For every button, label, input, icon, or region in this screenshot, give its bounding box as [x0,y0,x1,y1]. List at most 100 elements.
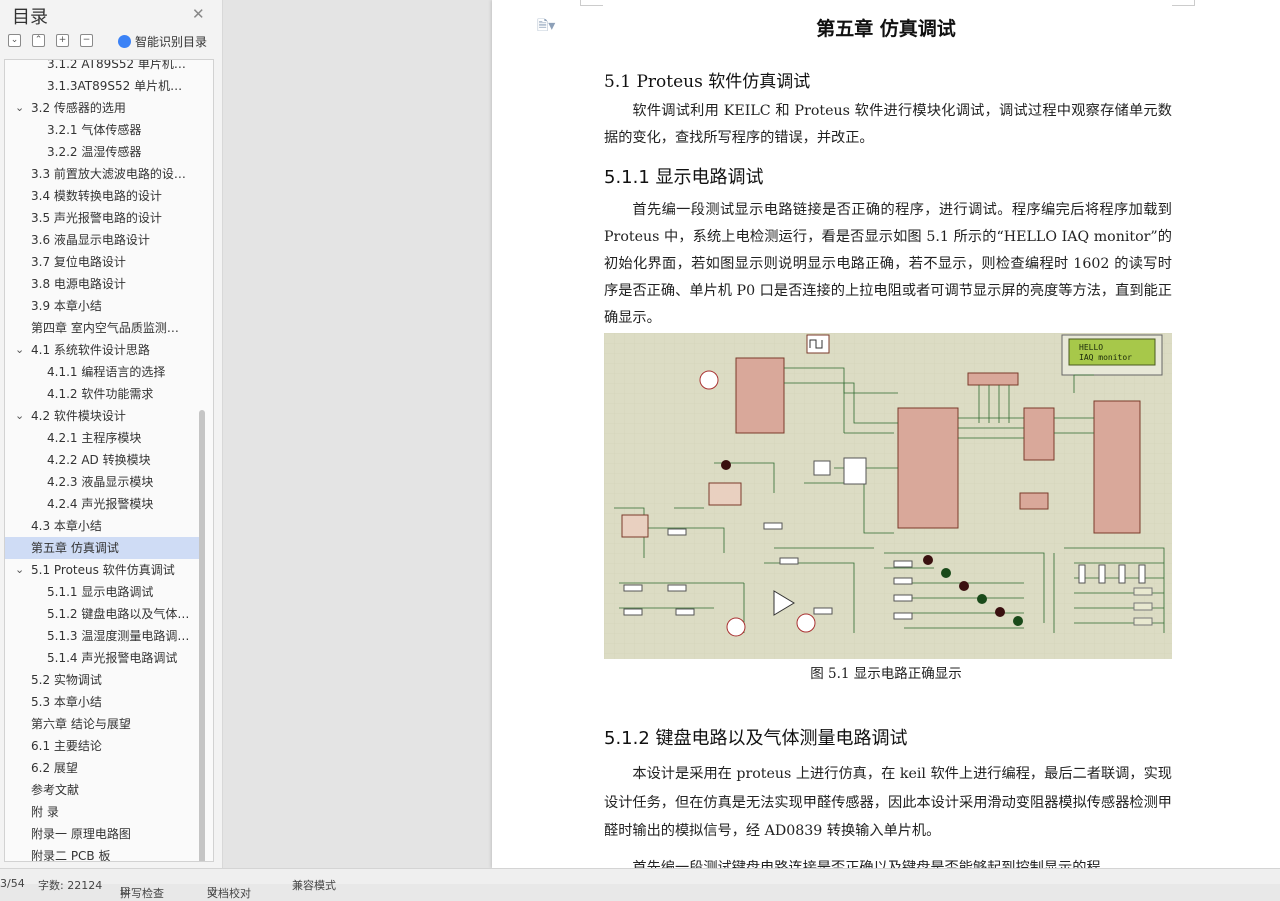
toc-list: 3.1.2 AT89S52 单片机… 3.1.3AT89S52 单片机… ⌄ 3.2 … [5,59,205,861]
compat-mode-label: 兼容模式 [292,879,336,892]
toc-item-label: 4.2.4 声光报警模块 [47,497,154,511]
toc-item-label: 第四章 室内空气品质监测… [31,321,179,335]
toc-item-label: 附录一 原理电路图 [31,827,131,841]
page-indicator[interactable]: 3/54 [0,877,25,890]
toc-item[interactable]: 5.1.4 声光报警电路调试 [5,647,205,669]
toc-item[interactable]: ⌄ 4.1 系统软件设计思路 [5,339,205,361]
toc-item-label: 3.2.2 温湿传感器 [47,145,142,159]
toc-item[interactable]: 第五章 仿真调试 [5,537,205,559]
toc-item-label: 3.1.2 AT89S52 单片机… [47,59,186,71]
toc-item[interactable]: 3.4 模数转换电路的设计 [5,185,205,207]
toc-item[interactable]: ⌄ 5.1 Proteus 软件仿真调试 [5,559,205,581]
word-count[interactable]: 字数: 22124 [38,877,102,893]
smart-toc-icon [118,35,131,48]
toc-item-label: 5.1 Proteus 软件仿真调试 [31,563,175,577]
plus-icon[interactable]: + [56,34,69,47]
toc-scrollbar[interactable] [199,410,205,861]
toc-item[interactable]: 4.2.3 液晶显示模块 [5,471,205,493]
toc-item[interactable]: 5.1.2 键盘电路以及气体… [5,603,205,625]
circuit-figure: HELLO IAQ monitor [604,333,1172,659]
toc-item-label: 3.3 前置放大滤波电路的设… [31,167,186,181]
smart-toc-label: 智能识别目录 [135,35,208,49]
toc-item-label: 3.9 本章小结 [31,299,102,313]
toc-sidebar: 目录 ✕ ⌄ ⌃ + − 智能识别目录 3.1.2 AT89S52 单片机… 3.… [0,0,223,868]
paragraph: 首先编一段测试显示电路链接是否正确的程序，进行调试。程序编完后将程序加载到 Pr… [604,202,1172,326]
toc-list-container[interactable]: 3.1.2 AT89S52 单片机… 3.1.3AT89S52 单片机… ⌄ 3.2 … [4,59,214,862]
toc-item[interactable]: 3.2.2 温湿传感器 [5,141,205,163]
toc-item-label: 4.2.3 液晶显示模块 [47,475,154,489]
toc-item[interactable]: 第四章 室内空气品质监测… [5,317,205,339]
toc-item-label: 3.2.1 气体传感器 [47,123,142,137]
page-corner-mark [580,0,603,6]
document-page: 🗎▾ 第五章 仿真调试 5.1 Proteus 软件仿真调试 软件调试利用 KE… [492,0,1280,868]
toc-item[interactable]: 5.2 实物调试 [5,669,205,691]
toc-item-label: 附 录 [31,805,59,819]
toc-item-label: 5.3 本章小结 [31,695,102,709]
toc-item[interactable]: 4.2.1 主程序模块 [5,427,205,449]
toc-item[interactable]: 3.7 复位电路设计 [5,251,205,273]
toc-item-label: 3.1.3AT89S52 单片机… [47,79,183,93]
smart-toc-button[interactable]: 智能识别目录 [118,33,207,50]
toc-item[interactable]: 3.9 本章小结 [5,295,205,317]
toc-item[interactable]: 3.8 电源电路设计 [5,273,205,295]
toc-item[interactable]: 6.2 展望 [5,757,205,779]
toc-item[interactable]: ⌄ 4.2 软件模块设计 [5,405,205,427]
toc-item-label: 3.2 传感器的选用 [31,101,126,115]
page-corner-mark [1172,0,1195,6]
toc-item[interactable]: 4.2.4 声光报警模块 [5,493,205,515]
paragraph: 首先编一段测试键盘电路连接是否正确以及键盘是否能够起到控制显示的程 [632,860,1101,868]
toc-item[interactable]: 5.1.1 显示电路调试 [5,581,205,603]
chevron-down-icon[interactable]: ⌄ [15,559,24,581]
toc-item[interactable]: 4.1.2 软件功能需求 [5,383,205,405]
toc-item[interactable]: 参考文献 [5,779,205,801]
collapse-all-icon[interactable]: ⌄ [8,34,21,47]
toc-item[interactable]: 4.2.2 AD 转换模块 [5,449,205,471]
lcd-line-1: HELLO [1079,343,1103,352]
paragraph: 软件调试利用 KEILC 和 Proteus 软件进行模块化调试，调试过程中观察… [604,103,1172,146]
toc-item[interactable]: 3.1.3AT89S52 单片机… [5,75,205,97]
toc-item-label: 4.2 软件模块设计 [31,409,126,423]
toc-item[interactable]: 附录二 PCB 板 [5,845,205,861]
toc-item[interactable]: 3.3 前置放大滤波电路的设… [5,163,205,185]
chevron-down-icon[interactable]: ⌄ [15,97,24,119]
section-heading: 5.1 Proteus 软件仿真调试 [604,72,811,92]
toc-item-label: 4.2.1 主程序模块 [47,431,142,445]
toc-item[interactable]: 5.3 本章小结 [5,691,205,713]
toc-item-label: 6.1 主要结论 [31,739,102,753]
toc-item[interactable]: 3.2.1 气体传感器 [5,119,205,141]
toc-item-label: 第六章 结论与展望 [31,717,131,731]
toc-item-label: 第五章 仿真调试 [31,541,119,555]
toc-item-label: 4.1 系统软件设计思路 [31,343,150,357]
toc-item-label: 4.2.2 AD 转换模块 [47,453,151,467]
toc-item[interactable]: 3.1.2 AT89S52 单片机… [5,59,205,75]
toc-item[interactable]: 5.1.3 温湿度测量电路调… [5,625,205,647]
toc-item-label: 3.6 液晶显示电路设计 [31,233,150,247]
toc-item-label: 5.1.4 声光报警电路调试 [47,651,178,665]
toc-item[interactable]: 第六章 结论与展望 [5,713,205,735]
toc-item-label: 5.1.3 温湿度测量电路调… [47,629,190,643]
toc-item[interactable]: 附录一 原理电路图 [5,823,205,845]
toc-item[interactable]: 3.5 声光报警电路的设计 [5,207,205,229]
chevron-down-icon[interactable]: ⌄ [15,339,24,361]
toc-item[interactable]: 4.3 本章小结 [5,515,205,537]
toc-item[interactable]: 4.1.1 编程语言的选择 [5,361,205,383]
toc-item[interactable]: 3.6 液晶显示电路设计 [5,229,205,251]
toc-item-label: 参考文献 [31,783,80,797]
toc-title: 目录 [12,7,48,28]
toc-item-label: 3.7 复位电路设计 [31,255,126,269]
status-bar: 3/54 字数: 22124 ☑ 拼写检查 ☑ 文档校对 兼容模式 [0,868,1280,900]
toc-item-label: 6.2 展望 [31,761,78,775]
toc-item-label: 4.3 本章小结 [31,519,102,533]
minus-icon[interactable]: − [80,34,93,47]
chevron-down-icon[interactable]: ⌄ [15,405,24,427]
toc-item-label: 5.2 实物调试 [31,673,102,687]
expand-up-icon[interactable]: ⌃ [32,34,45,47]
toc-item[interactable]: 6.1 主要结论 [5,735,205,757]
toc-item-label: 5.1.1 显示电路调试 [47,585,154,599]
spell-check-label: 拼写检查 [120,887,164,900]
close-icon[interactable]: ✕ [192,5,205,23]
toc-item[interactable]: 附 录 [5,801,205,823]
subsection-heading: 5.1.2 键盘电路以及气体测量电路调试 [604,728,908,749]
toc-item[interactable]: ⌄ 3.2 传感器的选用 [5,97,205,119]
circuit-schematic: HELLO IAQ monitor [604,333,1172,659]
